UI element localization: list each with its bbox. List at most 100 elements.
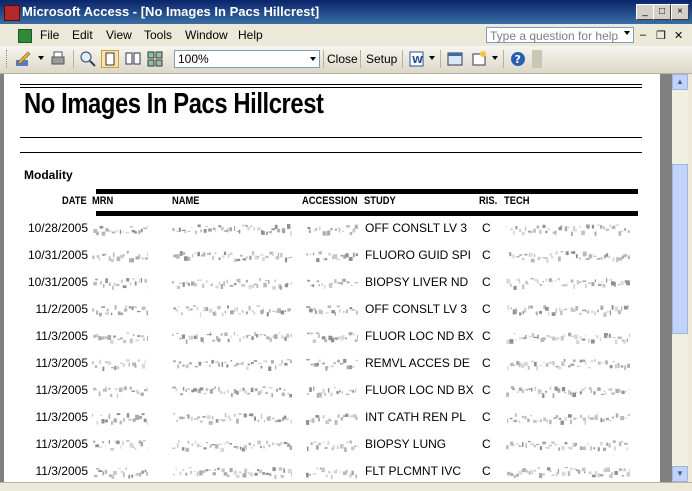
help-icon[interactable]: ?: [509, 50, 527, 68]
menu-tools[interactable]: Tools: [144, 28, 172, 42]
menu-file[interactable]: File: [40, 28, 59, 42]
zoom-select[interactable]: 100%: [174, 50, 320, 68]
column-header-date: DATE: [62, 195, 87, 207]
vertical-scrollbar[interactable]: ▲ ▼: [672, 74, 688, 482]
print-icon[interactable]: [49, 50, 67, 68]
cell-ris: C: [482, 275, 491, 289]
redacted-field: [306, 222, 358, 236]
scroll-up-icon[interactable]: ▲: [672, 74, 688, 90]
column-header-study: STUDY: [364, 195, 396, 207]
report-preview-area: No Images In Pacs Hillcrest Modality DAT…: [0, 74, 672, 482]
report-doc-icon[interactable]: [18, 29, 32, 43]
cell-date: 10/31/2005: [26, 275, 88, 289]
cell-date: 11/3/2005: [26, 464, 88, 478]
redacted-field: [306, 438, 358, 452]
cell-study: FLUORO GUID SPI: [365, 248, 471, 262]
cell-ris: C: [482, 437, 491, 451]
redacted-field: [172, 384, 292, 398]
cell-study: FLUOR LOC ND BX: [365, 329, 474, 343]
cell-date: 11/3/2005: [26, 410, 88, 424]
doc-restore-icon[interactable]: ❐: [656, 29, 666, 42]
cell-date: 11/3/2005: [26, 329, 88, 343]
cell-ris: C: [482, 248, 491, 262]
cell-study: INT CATH REN PL: [365, 410, 466, 424]
zoom-dropdown-icon[interactable]: [310, 57, 316, 61]
cell-ris: C: [482, 329, 491, 343]
doc-close-icon[interactable]: ✕: [674, 29, 683, 42]
access-app-icon[interactable]: [4, 5, 20, 21]
view-design-icon[interactable]: [14, 50, 32, 68]
office-links-word-icon[interactable]: W: [408, 50, 426, 68]
redacted-field: [172, 330, 292, 344]
redacted-field: [172, 276, 292, 290]
minimize-button[interactable]: _: [636, 4, 654, 20]
redacted-field: [306, 465, 358, 479]
cell-study: FLUOR LOC ND BX: [365, 383, 474, 397]
menu-view[interactable]: View: [106, 28, 132, 42]
scroll-down-icon[interactable]: ▼: [672, 466, 688, 482]
multiple-pages-icon[interactable]: [146, 50, 164, 68]
help-question-input[interactable]: Type a question for help: [486, 27, 634, 43]
view-dropdown-icon[interactable]: [38, 56, 44, 60]
new-object-dropdown-icon[interactable]: [492, 56, 498, 60]
redacted-field: [92, 357, 148, 371]
toolbar-separator: [73, 50, 74, 68]
redacted-field: [92, 411, 148, 425]
redacted-field: [172, 222, 292, 236]
redacted-field: [92, 465, 148, 479]
redacted-field: [172, 438, 292, 452]
redacted-field: [92, 303, 148, 317]
menu-bar: File Edit View Tools Window Help Type a …: [0, 24, 692, 46]
toolbar-grip[interactable]: [6, 50, 9, 68]
report-page: No Images In Pacs Hillcrest Modality DAT…: [4, 74, 660, 482]
cell-date: 10/31/2005: [26, 248, 88, 262]
maximize-button[interactable]: □: [653, 4, 671, 20]
office-links-dropdown-icon[interactable]: [429, 56, 435, 60]
header-band-bottom: [96, 211, 638, 216]
svg-text:?: ?: [515, 53, 521, 66]
column-header-mrn: MRN: [92, 195, 113, 207]
window-title: Microsoft Access - [No Images In Pacs Hi…: [22, 4, 319, 19]
cell-study: OFF CONSLT LV 3: [365, 221, 467, 235]
toolbar-options-icon[interactable]: [532, 50, 542, 68]
section-rule: [20, 152, 642, 153]
column-header-name: NAME: [172, 195, 200, 207]
title-rule-top: [20, 84, 642, 85]
redacted-field: [92, 249, 148, 263]
close-window-button[interactable]: ×: [671, 4, 689, 20]
redacted-field: [506, 303, 630, 317]
help-dropdown-icon[interactable]: [624, 31, 630, 35]
toolbar-separator: [440, 50, 441, 68]
database-window-icon[interactable]: [446, 50, 464, 68]
column-header-tech: TECH: [504, 195, 529, 207]
cell-ris: C: [482, 302, 491, 316]
toolbar-separator: [323, 50, 324, 68]
two-pages-icon[interactable]: [124, 50, 142, 68]
redacted-field: [92, 276, 148, 290]
zoom-magnifier-icon[interactable]: [79, 50, 97, 68]
redacted-field: [172, 249, 292, 263]
redacted-field: [306, 384, 358, 398]
menu-edit[interactable]: Edit: [72, 28, 93, 42]
redacted-field: [306, 330, 358, 344]
new-object-icon[interactable]: [470, 50, 488, 68]
group-label-modality: Modality: [24, 168, 73, 182]
cell-study: BIOPSY LUNG: [365, 437, 446, 451]
menu-help[interactable]: Help: [238, 28, 263, 42]
header-band-top: [96, 189, 638, 194]
title-bar: Microsoft Access - [No Images In Pacs Hi…: [0, 0, 692, 24]
menu-window[interactable]: Window: [185, 28, 228, 42]
redacted-field: [306, 411, 358, 425]
zoom-value: 100%: [178, 52, 209, 66]
redacted-field: [506, 276, 630, 290]
cell-study: REMVL ACCES DE: [365, 356, 470, 370]
doc-minimize-icon[interactable]: –: [640, 29, 646, 41]
cell-ris: C: [482, 383, 491, 397]
svg-text:W: W: [412, 55, 423, 66]
one-page-icon[interactable]: [101, 50, 119, 68]
vertical-scroll-thumb[interactable]: [672, 164, 688, 334]
close-preview-button[interactable]: Close: [327, 52, 358, 66]
redacted-field: [92, 384, 148, 398]
redacted-field: [506, 411, 630, 425]
setup-button[interactable]: Setup: [366, 52, 397, 66]
